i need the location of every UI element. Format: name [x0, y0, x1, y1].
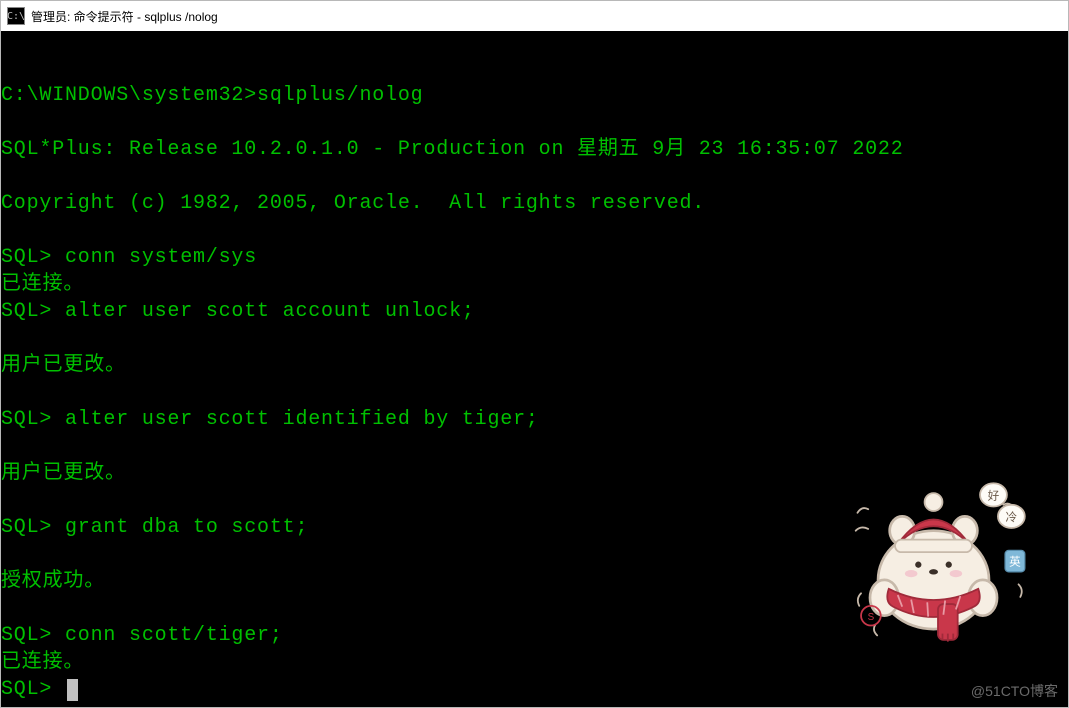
- titlebar[interactable]: C:\ 管理员: 命令提示符 - sqlplus /nolog: [1, 1, 1068, 31]
- window-frame: C:\ 管理员: 命令提示符 - sqlplus /nolog C:\WINDO…: [0, 0, 1069, 708]
- terminal-area[interactable]: C:\WINDOWS\system32>sqlplus/nolog SQL*Pl…: [1, 31, 1068, 707]
- cmd-icon: C:\: [7, 7, 25, 25]
- terminal-output: C:\WINDOWS\system32>sqlplus/nolog SQL*Pl…: [1, 55, 1068, 703]
- window-title: 管理员: 命令提示符 - sqlplus /nolog: [31, 8, 218, 25]
- terminal-cursor: [67, 679, 78, 701]
